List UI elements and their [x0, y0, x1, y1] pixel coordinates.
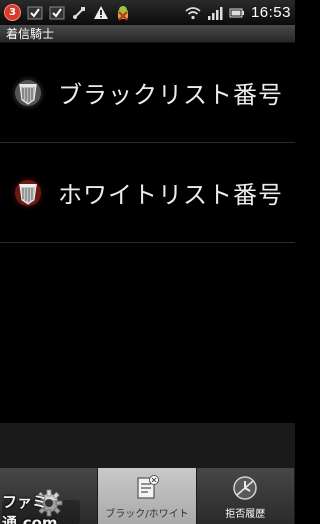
usb-icon: [71, 5, 87, 21]
warning-icon: [93, 5, 109, 21]
empty-content-area: [0, 243, 295, 423]
status-bar-left: 3: [4, 4, 131, 21]
signal-icon: [207, 5, 223, 21]
status-bar: 3 16:53: [0, 0, 295, 25]
checkmark-icon: [27, 5, 43, 21]
app-title: 着信騎士: [0, 25, 295, 43]
android-icon: [115, 5, 131, 21]
reject-history-icon: [230, 473, 260, 503]
bottom-band: [0, 423, 295, 468]
status-bar-time: 16:53: [250, 4, 291, 21]
tab-reject-history-label: 拒否履歴: [225, 509, 266, 520]
blacklist-item[interactable]: ブラックリスト番号: [0, 43, 295, 143]
watermark-logo: ファミ通.com: [2, 493, 80, 524]
blacklist-label: ブラックリスト番号: [58, 81, 283, 109]
status-bar-right: 16:53: [185, 4, 291, 21]
notification-count-badge: 3: [4, 4, 21, 21]
whitelist-item[interactable]: ホワイトリスト番号: [0, 143, 295, 243]
wifi-icon: [185, 5, 201, 21]
app-screen: 3 16:53 着信騎士 ブラックリスト番号 ホワイトリスト番号 ブラック/ホワ…: [0, 0, 295, 524]
list-edit-icon: [132, 473, 162, 503]
number-list: ブラックリスト番号 ホワイトリスト番号: [0, 43, 295, 243]
tab-black-white-label: ブラック/ホワイト: [105, 509, 189, 520]
checkmark-icon: [49, 5, 65, 21]
blacklist-shield-icon: [8, 73, 48, 113]
whitelist-shield-icon: [8, 173, 48, 213]
whitelist-label: ホワイトリスト番号: [58, 181, 283, 209]
tab-black-white[interactable]: ブラック/ホワイト: [98, 468, 197, 524]
battery-icon: [229, 5, 245, 21]
tab-reject-history[interactable]: 拒否履歴: [196, 468, 295, 524]
